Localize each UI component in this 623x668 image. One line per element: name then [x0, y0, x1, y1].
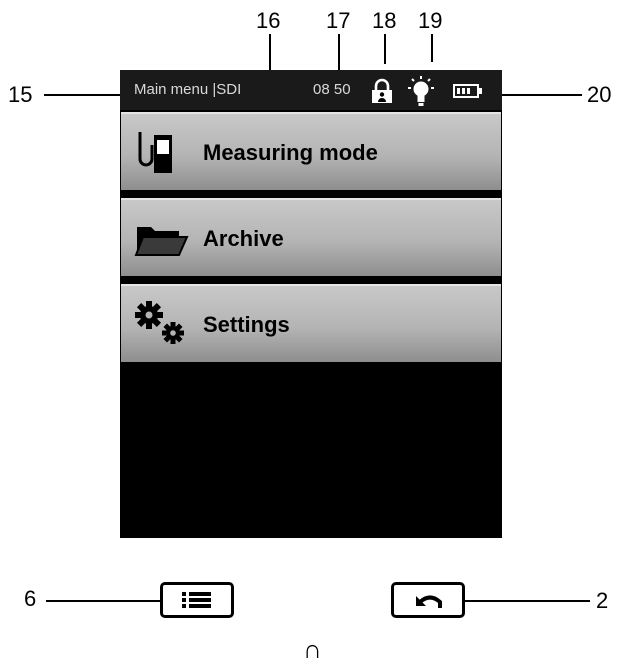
status-bar: Main menu |SDI 08 50 — [120, 70, 502, 110]
callout-17: 17 — [326, 8, 351, 33]
lock-icon — [371, 78, 393, 104]
leader-line-6 — [46, 600, 160, 602]
callout-2: 2 — [596, 588, 609, 613]
leader-line-18 — [384, 34, 386, 64]
gears-icon — [131, 301, 189, 349]
menu-item-archive[interactable]: Archive — [121, 198, 501, 276]
measuring-probe-icon — [131, 129, 189, 177]
menu-item-label: Settings — [203, 312, 290, 337]
callout-20: 20 — [587, 82, 612, 107]
leader-line-2 — [464, 600, 590, 602]
battery-icon — [453, 84, 483, 98]
callout-18: 18 — [372, 8, 397, 33]
menu-item-label: Archive — [203, 226, 284, 251]
menu-item-measuring-mode[interactable]: Measuring mode — [121, 112, 501, 190]
menu-item-settings[interactable]: Settings — [121, 284, 501, 362]
list-icon — [180, 590, 214, 615]
status-title: Main menu |SDI — [134, 81, 242, 98]
back-hardware-button[interactable] — [391, 582, 465, 618]
callout-6: 6 — [24, 586, 37, 611]
status-time: 08 50 — [313, 81, 351, 98]
menu-hardware-button[interactable] — [160, 582, 234, 618]
callout-15: 15 — [8, 82, 33, 107]
leader-line-19 — [431, 34, 433, 62]
device-screen: Main menu |SDI 08 50 Measuring mode Arch… — [120, 70, 502, 538]
light-bulb-icon — [404, 76, 438, 108]
menu-item-label: Measuring mode — [203, 140, 378, 165]
back-arrow-icon — [414, 590, 446, 617]
callout-16: 16 — [256, 8, 281, 33]
callout-19: 19 — [418, 8, 443, 33]
bottom-glyph: ∩ — [303, 634, 322, 664]
folder-icon — [131, 215, 189, 263]
